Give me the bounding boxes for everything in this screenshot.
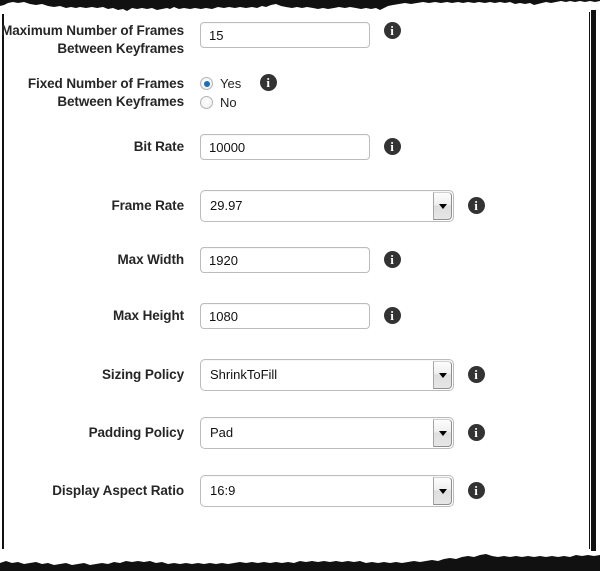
info-icon[interactable]: i xyxy=(383,251,401,268)
info-slot-fixed-keyframes: i xyxy=(241,74,295,91)
input-bit-rate[interactable]: 10000 xyxy=(200,134,370,160)
input-max-height[interactable]: 1080 xyxy=(200,303,370,329)
field-row-padding-policy: Padding Policy Pad i xyxy=(0,417,600,449)
info-icon[interactable]: i xyxy=(467,366,485,383)
radio-no-label: No xyxy=(220,94,237,110)
input-max-width[interactable]: 1920 xyxy=(200,247,370,273)
field-row-display-aspect-ratio: Display Aspect Ratio 16:9 i xyxy=(0,475,600,507)
select-display-aspect-ratio-value: 16:9 xyxy=(210,483,236,498)
select-padding-policy-value: Pad xyxy=(210,425,234,440)
info-slot-sizing-policy: i xyxy=(454,359,498,383)
info-icon[interactable]: i xyxy=(383,138,401,155)
label-max-height: Max Height xyxy=(112,308,184,323)
label-max-width: Max Width xyxy=(117,252,185,267)
radio-option-no[interactable]: No xyxy=(200,93,241,112)
select-sizing-policy-value: ShrinkToFill xyxy=(210,367,278,382)
select-padding-policy[interactable]: Pad xyxy=(200,417,454,449)
radio-group-fixed-keyframes: Yes No xyxy=(200,74,241,112)
torn-paper-top-edge xyxy=(0,0,600,11)
info-icon[interactable]: i xyxy=(467,424,485,441)
select-frame-rate[interactable]: 29.97 xyxy=(200,190,454,222)
chevron-down-icon[interactable] xyxy=(433,419,452,447)
field-row-sizing-policy: Sizing Policy ShrinkToFill i xyxy=(0,359,600,391)
field-row-max-width: Max Width 1920 i xyxy=(0,247,600,273)
radio-yes-label: Yes xyxy=(220,75,242,91)
info-slot-frame-rate: i xyxy=(454,190,498,214)
label-bit-rate: Bit Rate xyxy=(133,139,184,154)
info-icon[interactable]: i xyxy=(467,197,485,214)
select-sizing-policy[interactable]: ShrinkToFill xyxy=(200,359,454,391)
label-sizing-policy: Sizing Policy xyxy=(102,367,184,382)
radio-yes-indicator[interactable] xyxy=(200,77,213,90)
label-fixed-keyframes: Fixed Number of Frames Between Keyframes xyxy=(27,76,184,109)
label-frame-rate: Frame Rate xyxy=(111,198,184,213)
info-icon[interactable]: i xyxy=(259,74,277,91)
chevron-down-icon[interactable] xyxy=(433,477,452,505)
label-max-keyframes: Maximum Number of Frames Between Keyfram… xyxy=(1,23,184,56)
select-frame-rate-value: 29.97 xyxy=(210,198,243,213)
field-row-frame-rate: Frame Rate 29.97 i xyxy=(0,190,600,222)
chevron-down-icon[interactable] xyxy=(433,361,452,389)
field-row-fixed-keyframes: Fixed Number of Frames Between Keyframes… xyxy=(0,74,600,112)
torn-paper-bottom-edge xyxy=(0,554,600,571)
info-slot-display-aspect-ratio: i xyxy=(454,475,498,499)
info-slot-max-keyframes: i xyxy=(370,22,414,39)
info-icon[interactable]: i xyxy=(467,482,485,499)
chevron-down-icon[interactable] xyxy=(433,192,452,220)
info-slot-padding-policy: i xyxy=(454,417,498,441)
settings-panel-screenshot: Maximum Number of Frames Between Keyfram… xyxy=(0,0,600,571)
radio-no-indicator[interactable] xyxy=(200,96,213,109)
field-row-max-height: Max Height 1080 i xyxy=(0,303,600,329)
select-display-aspect-ratio[interactable]: 16:9 xyxy=(200,475,454,507)
radio-option-yes[interactable]: Yes xyxy=(200,74,241,93)
info-icon[interactable]: i xyxy=(383,22,401,39)
input-max-keyframes[interactable]: 15 xyxy=(200,22,370,48)
info-icon[interactable]: i xyxy=(383,307,401,324)
label-display-aspect-ratio: Display Aspect Ratio xyxy=(52,483,184,498)
info-slot-max-height: i xyxy=(370,303,414,324)
label-padding-policy: Padding Policy xyxy=(88,425,184,440)
field-row-bit-rate: Bit Rate 10000 i xyxy=(0,134,600,160)
transcoder-settings-form: Maximum Number of Frames Between Keyfram… xyxy=(0,22,600,507)
field-row-max-keyframes: Maximum Number of Frames Between Keyfram… xyxy=(0,22,600,58)
info-slot-bit-rate: i xyxy=(370,134,414,155)
info-slot-max-width: i xyxy=(370,247,414,268)
